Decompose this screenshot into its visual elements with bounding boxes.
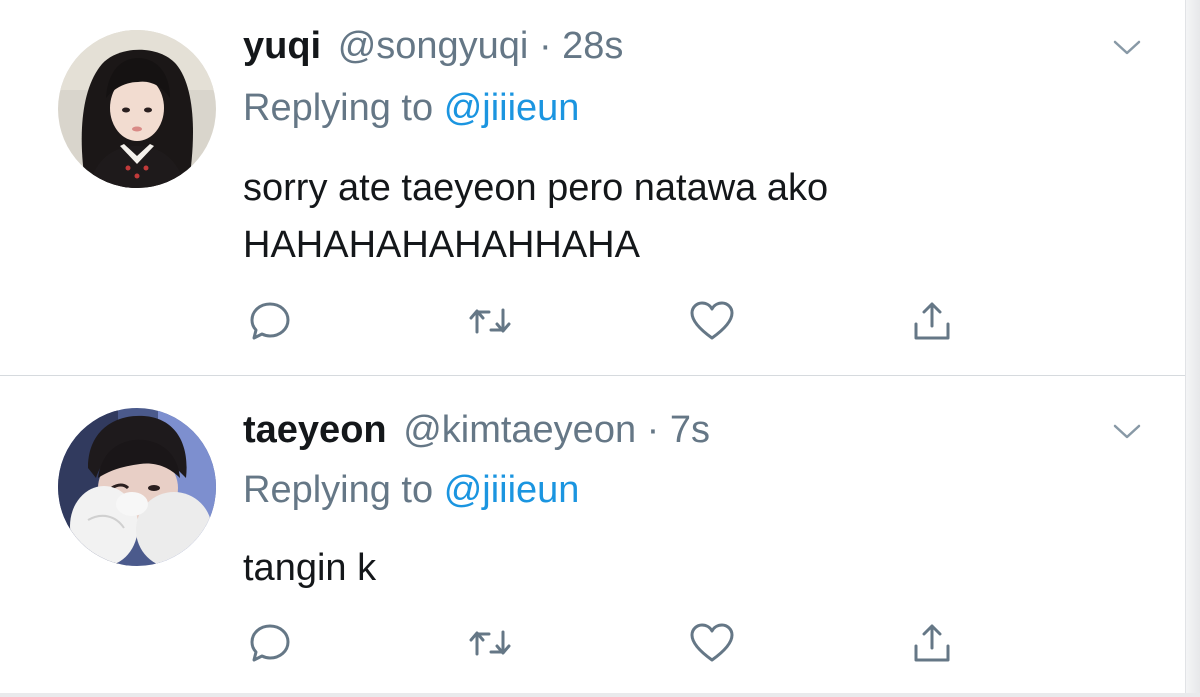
avatar[interactable] [58, 408, 216, 566]
reply-button[interactable] [243, 296, 297, 346]
replying-to: Replying to @jiiieun [243, 464, 579, 516]
scrollbar-edge [1185, 0, 1200, 697]
timestamp[interactable]: 7s [670, 409, 710, 451]
tweet-feed: yuqi @songyuqi · 28s Replying to @jiiieu… [0, 0, 1200, 697]
retweet-button[interactable] [463, 618, 517, 668]
user-handle[interactable]: @songyuqi [338, 25, 529, 67]
separator: · [538, 25, 552, 67]
chevron-down-icon[interactable] [1112, 422, 1142, 442]
share-button[interactable] [905, 296, 959, 346]
tweet-header: taeyeon @kimtaeyeon · 7s [243, 404, 710, 456]
user-handle[interactable]: @kimtaeyeon [403, 409, 636, 451]
replying-prefix: Replying to [243, 87, 434, 129]
tweet-text: tangin k [243, 547, 377, 589]
replying-to-link[interactable]: @jiiieun [444, 469, 580, 511]
timestamp[interactable]: 28s [562, 25, 623, 67]
bottom-edge [0, 693, 1200, 697]
chevron-down-icon[interactable] [1112, 38, 1142, 58]
share-button[interactable] [905, 618, 959, 668]
reply-icon [250, 624, 290, 662]
replying-to-link[interactable]: @jiiieun [444, 87, 580, 129]
share-icon [914, 302, 950, 340]
share-icon [914, 624, 950, 662]
replying-to: Replying to @jiiieun [243, 82, 579, 134]
like-button[interactable] [685, 296, 739, 346]
heart-icon [690, 301, 734, 340]
reply-button[interactable] [243, 618, 297, 668]
separator: · [646, 409, 660, 451]
retweet-icon [469, 630, 511, 656]
avatar[interactable] [58, 30, 216, 188]
tweet-actions [243, 296, 963, 346]
replying-prefix: Replying to [243, 469, 434, 511]
display-name[interactable]: taeyeon [243, 409, 387, 451]
display-name[interactable]: yuqi [243, 25, 321, 67]
tweet-actions [243, 618, 963, 668]
retweet-button[interactable] [463, 296, 517, 346]
tweet-text: sorry ate taeyeon pero natawa ako HAHAHA… [243, 167, 829, 266]
heart-icon [690, 623, 734, 662]
reply-icon [250, 302, 290, 340]
tweet-header: yuqi @songyuqi · 28s [243, 20, 623, 72]
like-button[interactable] [685, 618, 739, 668]
tweet[interactable]: taeyeon @kimtaeyeon · 7s Replying to @ji… [0, 376, 1186, 697]
tweet[interactable]: yuqi @songyuqi · 28s Replying to @jiiieu… [0, 0, 1186, 375]
retweet-icon [469, 308, 511, 334]
